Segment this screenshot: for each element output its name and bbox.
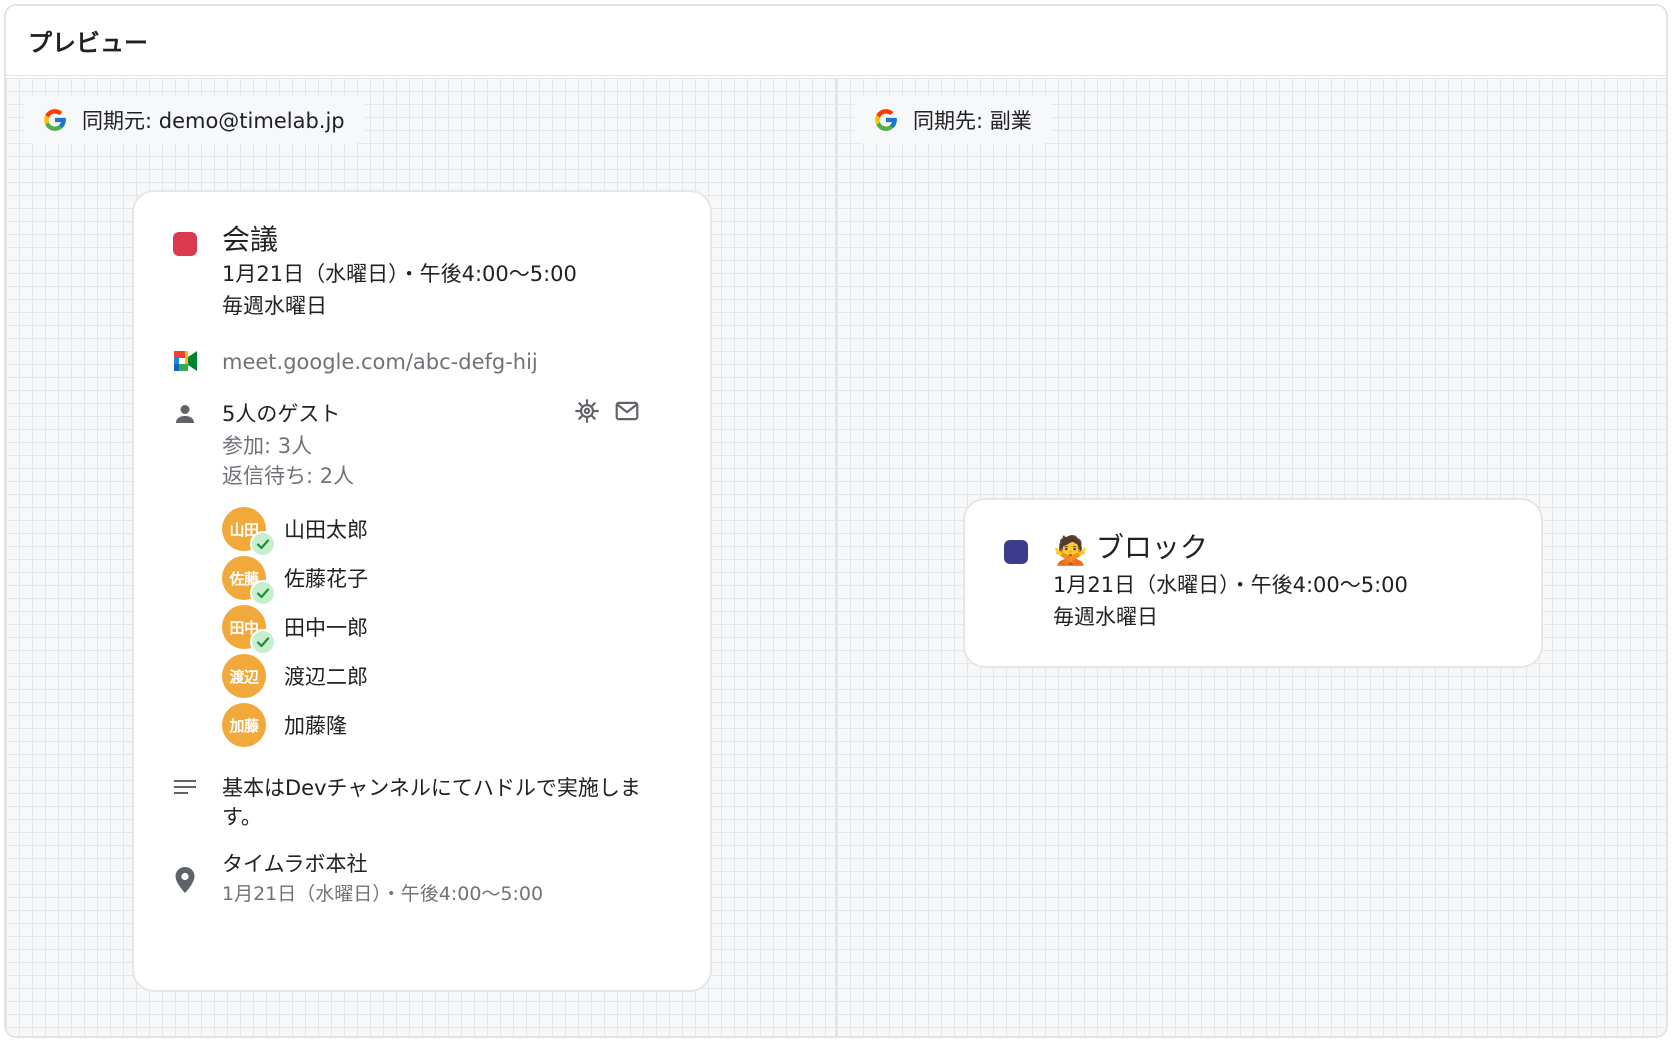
guests-accepted: 参加: 3人 xyxy=(222,434,313,458)
guest-name: 佐藤花子 xyxy=(284,567,368,591)
event-datetime: 1月21日（水曜日）・午後4:00〜5:00 xyxy=(222,262,577,286)
guests-pending: 返信待ち: 2人 xyxy=(222,464,355,488)
notes-icon xyxy=(173,778,197,802)
guest-avatar: 田中 xyxy=(222,605,276,655)
guest-list-item[interactable]: 田中 田中一郎 xyxy=(222,604,368,655)
guest-name: 山田太郎 xyxy=(284,518,368,542)
event-recurrence: 毎週水曜日 xyxy=(222,294,327,318)
check-icon xyxy=(250,580,276,606)
destination-calendar-chip: 同期先: 副業 xyxy=(855,96,1052,144)
guest-avatar: 佐藤 xyxy=(222,556,276,606)
preview-panes: 同期元: demo@timelab.jp 会議 1月21日（水曜日）・午後4:0… xyxy=(6,78,1666,1036)
source-calendar-label: 同期元: demo@timelab.jp xyxy=(82,109,345,133)
source-calendar-chip: 同期元: demo@timelab.jp xyxy=(24,96,365,144)
event-title: ブロック xyxy=(1095,531,1208,564)
location-datetime: 1月21日（水曜日）・午後4:00〜5:00 xyxy=(222,883,544,905)
event-color-swatch xyxy=(1004,540,1028,564)
preview-panel: プレビュー 同期元: demo@timelab.jp 会議 1月21日（水曜日）… xyxy=(4,4,1668,1038)
location-name: タイムラボ本社 xyxy=(222,852,368,876)
guest-name: 田中一郎 xyxy=(284,616,368,640)
event-recurrence: 毎週水曜日 xyxy=(1053,605,1158,629)
panel-title: プレビュー xyxy=(6,6,1666,76)
event-color-swatch xyxy=(173,232,197,256)
event-title-wrapper: 🙅 ブロック xyxy=(1053,530,1511,569)
gear-icon xyxy=(574,398,600,428)
guest-name: 加藤隆 xyxy=(284,714,347,738)
check-icon xyxy=(250,629,276,655)
guest-list-item[interactable]: 佐藤 佐藤花子 xyxy=(222,555,368,606)
meet-link[interactable]: meet.google.com/abc-defg-hij xyxy=(222,346,680,378)
guest-avatar: 渡辺 xyxy=(222,654,266,698)
event-description-line-2: す。 xyxy=(222,805,262,829)
mail-icon xyxy=(614,398,640,428)
guest-avatar: 加藤 xyxy=(222,703,266,747)
email-guests-button[interactable] xyxy=(612,398,642,428)
destination-calendar-label: 同期先: 副業 xyxy=(913,109,1032,133)
event-description-line-1: 基本はDevチャンネルにてハドルで実施しま xyxy=(222,776,641,800)
guest-name: 渡辺二郎 xyxy=(284,665,368,689)
person-icon xyxy=(173,402,197,430)
guest-settings-button[interactable] xyxy=(572,398,602,428)
destination-event-card[interactable]: 🙅 ブロック 1月21日（水曜日）・午後4:00〜5:00 毎週水曜日 xyxy=(963,498,1543,668)
destination-pane: 同期先: 副業 🙅 ブロック 1月21日（水曜日）・午後4:00〜5:00 毎週水… xyxy=(835,78,1666,1036)
location-pin-icon xyxy=(174,866,196,898)
google-g-icon xyxy=(873,107,899,133)
check-icon xyxy=(250,531,276,557)
google-meet-icon xyxy=(171,349,199,377)
google-g-icon xyxy=(42,107,68,133)
guest-list-item[interactable]: 山田 山田太郎 xyxy=(222,506,368,557)
source-event-card[interactable]: 会議 1月21日（水曜日）・午後4:00〜5:00 毎週水曜日 meet.goo… xyxy=(132,190,712,992)
guest-list-item[interactable]: 加藤 加藤隆 xyxy=(222,702,347,748)
source-pane: 同期元: demo@timelab.jp 会議 1月21日（水曜日）・午後4:0… xyxy=(6,78,835,1036)
no-gesture-emoji: 🙅 xyxy=(1053,534,1088,567)
guest-avatar: 山田 xyxy=(222,507,276,557)
event-title: 会議 xyxy=(222,223,279,256)
guest-list-item[interactable]: 渡辺 渡辺二郎 xyxy=(222,653,368,699)
event-datetime: 1月21日（水曜日）・午後4:00〜5:00 xyxy=(1053,573,1408,597)
